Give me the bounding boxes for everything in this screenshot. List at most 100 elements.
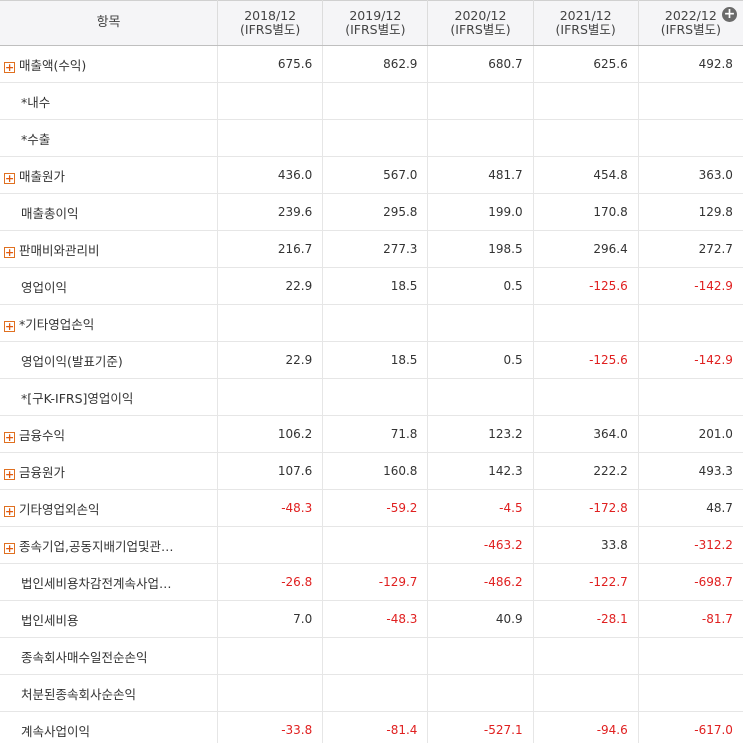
row-label-cell: 처분된종속회사순손익 (0, 674, 219, 712)
value-cell (322, 82, 429, 120)
value-cell (217, 82, 324, 120)
value-cell: 239.6 (217, 193, 324, 231)
value-cell: 493.3 (638, 452, 743, 490)
value-cell: 0.5 (427, 267, 534, 305)
income-statement-table: 항목 2018/12 (IFRS별도) 2019/12 (IFRS별도) 2020/… (0, 0, 743, 743)
table-row: 법인세비용 7.0 -48.3 40.9 -28.1 -81.7 (0, 600, 743, 638)
value-cell: -527.1 (427, 711, 534, 743)
row-label-cell[interactable]: + 종속기업,공동지배기업및관… (0, 526, 219, 564)
value-cell: -33.8 (217, 711, 324, 743)
expand-plus-icon[interactable]: + (4, 542, 15, 554)
table-row: *내수 (0, 82, 743, 120)
row-label-cell[interactable]: + 금융수익 (0, 415, 219, 453)
value-cell (217, 378, 324, 416)
value-cell: 277.3 (322, 230, 429, 268)
row-label: 종속기업,공동지배기업및관… (19, 538, 174, 554)
row-label-cell: 매출총이익 (0, 193, 219, 231)
value-cell: 567.0 (322, 156, 429, 194)
column-header-year: 2018/12 (IFRS별도) (217, 0, 324, 46)
expand-plus-icon[interactable]: + (4, 468, 15, 480)
row-label-cell: 영업이익(발표기준) (0, 341, 219, 379)
table-row: + 금융원가 107.6 160.8 142.3 222.2 493.3 (0, 452, 743, 490)
value-cell (322, 526, 429, 564)
value-cell (638, 119, 743, 157)
value-cell: 222.2 (533, 452, 639, 490)
table-row: + 매출액(수익) 675.6 862.9 680.7 625.6 492.8 (0, 45, 743, 83)
value-cell: -94.6 (533, 711, 639, 743)
value-cell (322, 378, 429, 416)
value-cell: -81.7 (638, 600, 743, 638)
value-cell: -172.8 (533, 489, 639, 527)
value-cell (427, 637, 534, 675)
value-cell: -26.8 (217, 563, 324, 601)
value-cell (217, 119, 324, 157)
table-row: 종속회사매수일전순손익 (0, 637, 743, 675)
value-cell (322, 637, 429, 675)
expand-plus-icon[interactable]: + (4, 431, 15, 443)
column-header-year: 2021/12 (IFRS별도) (533, 0, 639, 46)
row-label: *기타영업손익 (19, 316, 95, 332)
value-cell: 363.0 (638, 156, 743, 194)
row-label-cell[interactable]: + 매출액(수익) (0, 45, 219, 83)
add-column-icon[interactable]: + (721, 7, 737, 22)
row-label: 법인세비용차감전계속사업… (21, 575, 172, 591)
value-cell: 295.8 (322, 193, 429, 231)
row-label: 매출원가 (19, 168, 66, 184)
column-header-year: 2019/12 (IFRS별도) (322, 0, 429, 46)
expand-plus-icon[interactable]: + (4, 246, 15, 258)
value-cell: 862.9 (322, 45, 429, 83)
value-cell: 481.7 (427, 156, 534, 194)
row-label-cell: 계속사업이익 (0, 711, 219, 743)
value-cell: -486.2 (427, 563, 534, 601)
value-cell: 142.3 (427, 452, 534, 490)
row-label: 기타영업외손익 (19, 501, 100, 517)
value-cell (533, 637, 639, 675)
row-label: 금융원가 (19, 464, 66, 480)
table-row: + 금융수익 106.2 71.8 123.2 364.0 201.0 (0, 415, 743, 453)
row-label-cell[interactable]: + 기타영업외손익 (0, 489, 219, 527)
row-label: 금융수익 (19, 427, 66, 443)
row-label-cell: 법인세비용 (0, 600, 219, 638)
value-cell: 198.5 (427, 230, 534, 268)
value-cell (217, 674, 324, 712)
value-cell: -81.4 (322, 711, 429, 743)
value-cell (322, 304, 429, 342)
table-row: 법인세비용차감전계속사업… -26.8 -129.7 -486.2 -122.7 -698… (0, 563, 743, 601)
value-cell: 436.0 (217, 156, 324, 194)
value-cell (427, 378, 534, 416)
expand-plus-icon[interactable]: + (4, 61, 15, 73)
expand-plus-icon[interactable]: + (4, 505, 15, 517)
row-label-cell[interactable]: + 금융원가 (0, 452, 219, 490)
value-cell: 129.8 (638, 193, 743, 231)
value-cell (533, 378, 639, 416)
table-row: 영업이익(발표기준) 22.9 18.5 0.5 -125.6 -142.9 (0, 341, 743, 379)
row-label-cell[interactable]: + 매출원가 (0, 156, 219, 194)
expand-plus-icon[interactable]: + (4, 320, 15, 332)
value-cell: -48.3 (322, 600, 429, 638)
row-label: 종속회사매수일전순손익 (21, 649, 148, 665)
row-label-cell[interactable]: + *기타영업손익 (0, 304, 219, 342)
row-label-cell[interactable]: + 판매비와관리비 (0, 230, 219, 268)
row-label: *수출 (21, 131, 51, 147)
table-row: 영업이익 22.9 18.5 0.5 -125.6 -142.9 (0, 267, 743, 305)
value-cell: 680.7 (427, 45, 534, 83)
value-cell: 364.0 (533, 415, 639, 453)
value-cell: 123.2 (427, 415, 534, 453)
financial-table-panel: 항목 2018/12 (IFRS별도) 2019/12 (IFRS별도) 2020/… (0, 0, 743, 743)
value-cell: 71.8 (322, 415, 429, 453)
row-label: 영업이익(발표기준) (21, 353, 123, 369)
value-cell: 0.5 (427, 341, 534, 379)
row-label: *[구K-IFRS]영업이익 (21, 390, 134, 406)
value-cell: -463.2 (427, 526, 534, 564)
value-cell (638, 637, 743, 675)
column-header-year: 2022/12 (IFRS별도) + (638, 0, 743, 46)
value-cell: -59.2 (322, 489, 429, 527)
row-label: 매출총이익 (21, 205, 79, 221)
table-header-row: 항목 2018/12 (IFRS별도) 2019/12 (IFRS별도) 2020/… (0, 0, 743, 46)
value-cell: 201.0 (638, 415, 743, 453)
row-label: 영업이익 (21, 279, 68, 295)
value-cell (322, 119, 429, 157)
value-cell: -125.6 (533, 341, 639, 379)
value-cell (533, 674, 639, 712)
expand-plus-icon[interactable]: + (4, 172, 15, 184)
